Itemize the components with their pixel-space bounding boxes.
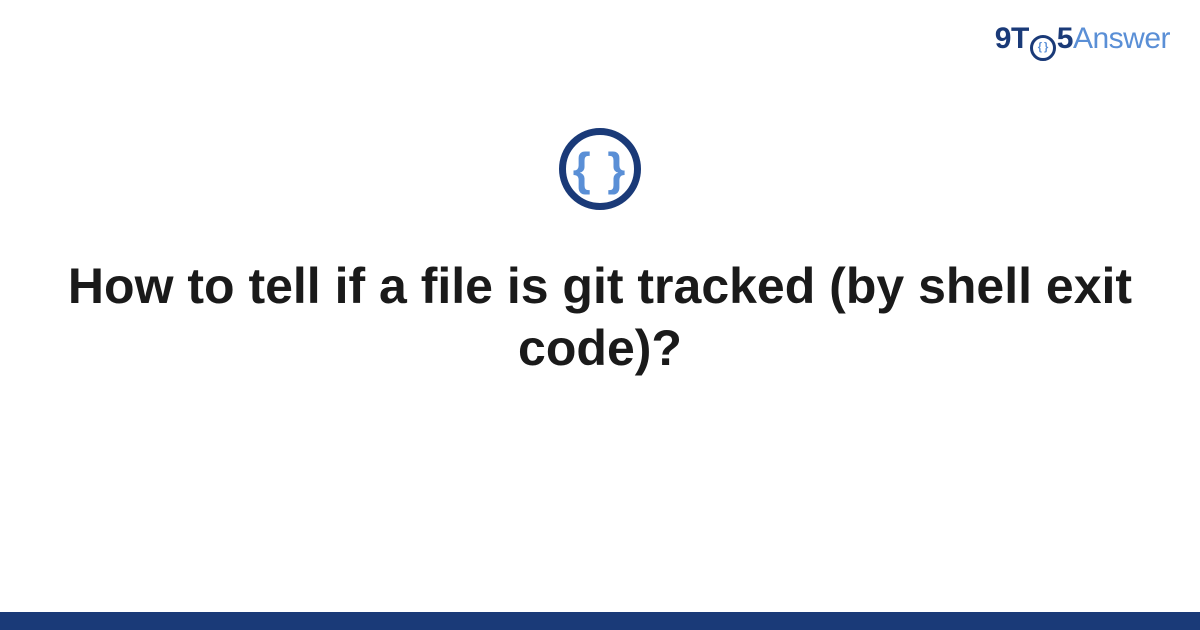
- code-braces-icon: { }: [559, 128, 641, 210]
- brand-logo: 9T { } 5Answer: [995, 22, 1170, 59]
- brand-answer: Answer: [1073, 22, 1170, 55]
- brand-o-icon: { }: [1030, 35, 1056, 61]
- footer-bar: [0, 612, 1200, 630]
- brand-t: T: [1011, 22, 1029, 55]
- question-title: How to tell if a file is git tracked (by…: [0, 255, 1200, 379]
- brand-nine: 9: [995, 22, 1011, 55]
- brand-five: 5: [1057, 22, 1073, 55]
- brand-o-inner: { }: [1038, 42, 1048, 53]
- braces-glyph: { }: [573, 146, 628, 192]
